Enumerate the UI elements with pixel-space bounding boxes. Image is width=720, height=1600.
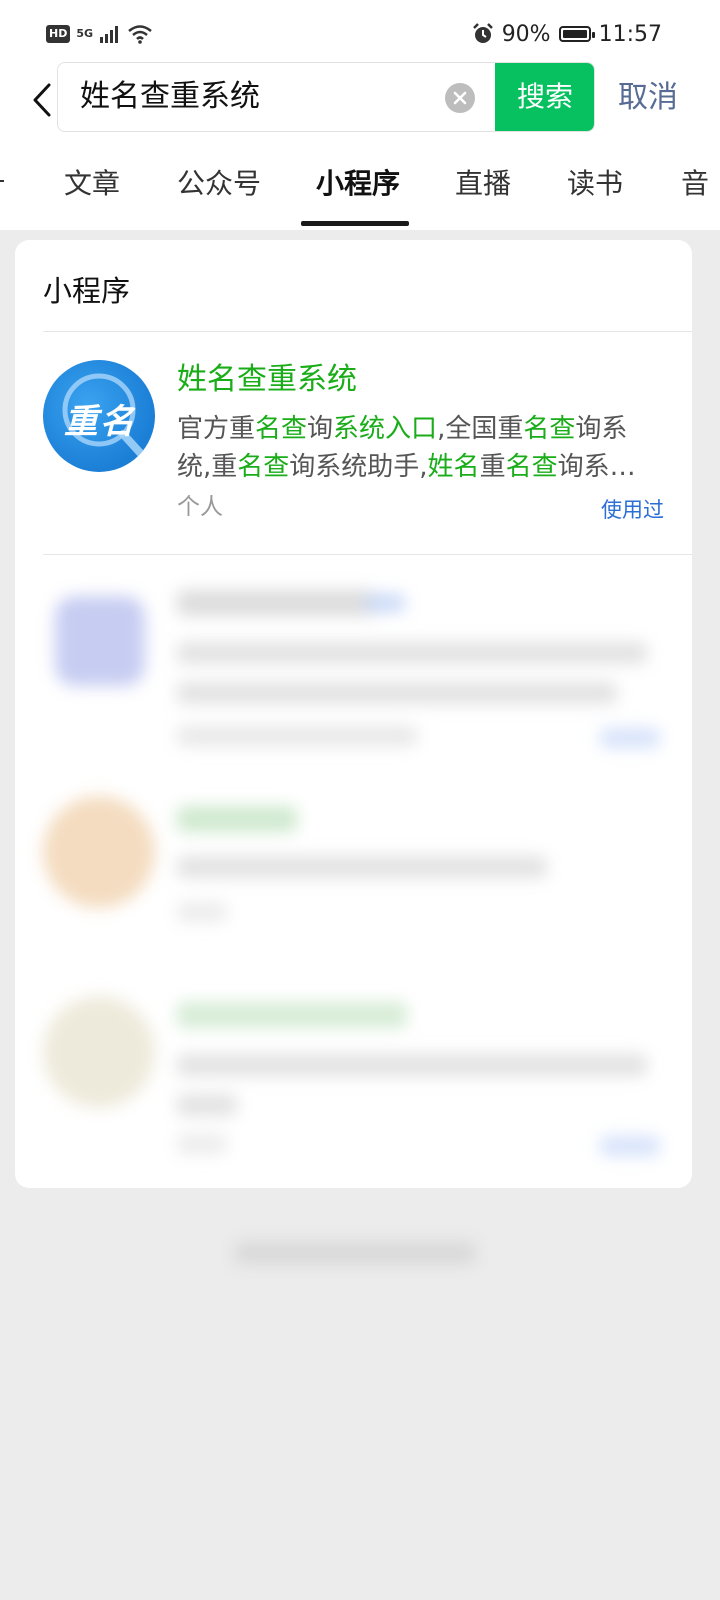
network-type: 5G — [76, 27, 94, 40]
blurred-logo — [55, 596, 145, 686]
keyword-highlight: 名查 — [255, 414, 308, 444]
tab-edge-mark — [0, 180, 4, 182]
category-tabs: 文章 公众号 小程序 直播 读书 音 — [0, 160, 720, 226]
blurred-results — [15, 556, 692, 1188]
description-text: 官方重 — [177, 414, 256, 444]
battery-percent: 90% — [501, 21, 551, 47]
signal-icon — [100, 26, 119, 43]
keyword-highlight: 名查 — [237, 452, 290, 482]
tab-official-accounts[interactable]: 公众号 — [177, 166, 261, 202]
active-tab-indicator — [301, 221, 409, 226]
close-icon — [453, 91, 467, 105]
chevron-left-icon — [33, 83, 51, 117]
clock-time: 11:57 — [598, 21, 662, 47]
description-text: 重 — [479, 452, 506, 482]
keyword-highlight: 名查 — [505, 452, 558, 482]
keyword-highlight: 系统入口 — [333, 414, 438, 444]
mini-program-logo: 重名 — [43, 360, 155, 472]
result-title[interactable]: 姓名查重系统 — [177, 360, 357, 400]
status-left: HD 5G — [46, 22, 153, 46]
keyword-highlight: 名查 — [523, 414, 576, 444]
tab-music[interactable]: 音 — [681, 166, 709, 202]
keyword-highlight: 姓名 — [427, 452, 480, 482]
description-text: 询系统助手, — [289, 452, 428, 482]
logo-text: 重名 — [64, 402, 136, 442]
blurred-logo — [43, 796, 155, 908]
tab-books[interactable]: 读书 — [567, 166, 623, 202]
clear-input-button[interactable] — [445, 83, 475, 113]
hd-badge: HD — [46, 25, 71, 43]
result-divider — [43, 554, 692, 555]
result-description: 官方重名查询系统入口,全国重名查询系统,重名查询系统助手,姓名重名查询系… — [177, 410, 655, 486]
description-text: ,全国重 — [437, 414, 524, 444]
tab-mini-programs[interactable]: 小程序 — [316, 166, 400, 202]
search-bar: 姓名查重系统 搜索 — [57, 62, 595, 132]
blurred-footer — [235, 1238, 475, 1268]
battery-icon — [558, 26, 595, 42]
alarm-icon — [472, 23, 493, 43]
status-bar: HD 5G 90% 11:57 — [0, 0, 720, 64]
search-button[interactable]: 搜索 — [495, 63, 594, 131]
tab-live[interactable]: 直播 — [455, 166, 511, 202]
section-divider — [43, 331, 692, 332]
blurred-logo — [43, 996, 155, 1108]
status-right: 90% 11:57 — [472, 20, 662, 48]
used-badge: 使用过 — [601, 498, 664, 522]
cancel-button[interactable]: 取消 — [618, 78, 678, 118]
description-text: 询 — [307, 414, 334, 444]
result-owner-type: 个人 — [177, 494, 223, 520]
tab-articles[interactable]: 文章 — [64, 166, 120, 202]
section-title: 小程序 — [43, 274, 131, 308]
results-card: 小程序 重名 姓名查重系统 官方重名查询系统入口,全国重名查询系统,重名查询系统… — [15, 240, 692, 1188]
back-button[interactable] — [22, 78, 62, 122]
wifi-icon — [128, 25, 152, 44]
description-text: 询系… — [557, 452, 636, 482]
search-input[interactable]: 姓名查重系统 — [80, 63, 260, 131]
header-area: HD 5G 90% 11:57 姓名查重系统 搜索 取消 文章 公众号 小程序 … — [0, 0, 720, 230]
